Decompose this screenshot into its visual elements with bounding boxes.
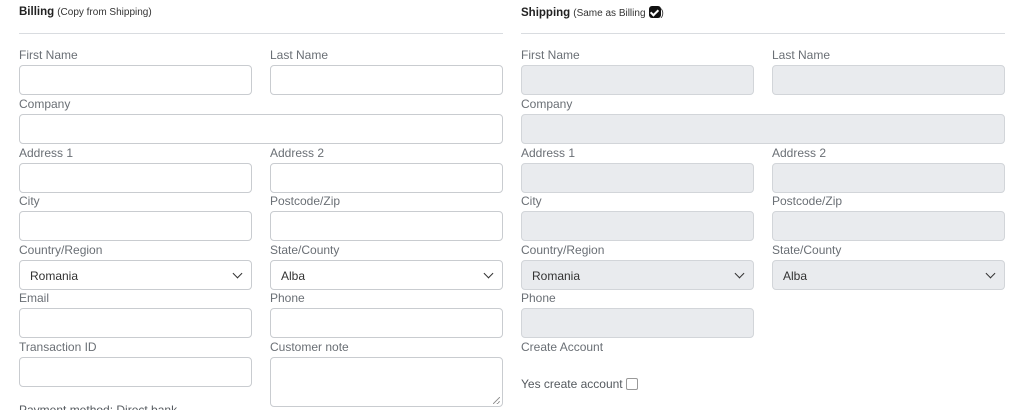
chevron-down-icon xyxy=(483,268,494,279)
billing-address1-label: Address 1 xyxy=(19,146,74,160)
shipping-address1-label: Address 1 xyxy=(521,146,576,160)
billing-divider xyxy=(19,33,503,34)
billing-state-value: Alba xyxy=(281,269,306,283)
resize-handle-icon[interactable] xyxy=(493,397,500,404)
yes-create-account-label: Yes create account xyxy=(521,377,623,391)
billing-state-select[interactable]: Alba xyxy=(270,260,503,290)
shipping-divider xyxy=(521,33,1005,34)
shipping-first-name-input[interactable] xyxy=(521,65,754,95)
billing-address2-input[interactable] xyxy=(270,163,503,193)
shipping-phone-label: Phone xyxy=(521,291,556,305)
billing-email-input[interactable] xyxy=(19,308,252,338)
chevron-down-icon xyxy=(232,268,243,279)
billing-last-name-label: Last Name xyxy=(270,48,329,62)
billing-company-label: Company xyxy=(19,97,71,111)
billing-state-label: State/County xyxy=(270,243,340,257)
shipping-company-label: Company xyxy=(521,97,573,111)
shipping-last-name-input[interactable] xyxy=(772,65,1005,95)
shipping-country-label: Country/Region xyxy=(521,243,605,257)
chevron-down-icon xyxy=(985,268,996,279)
shipping-phone-input[interactable] xyxy=(521,308,754,338)
billing-last-name-input[interactable] xyxy=(270,65,503,95)
shipping-postcode-label: Postcode/Zip xyxy=(772,194,843,208)
copy-from-shipping-link[interactable]: (Copy from Shipping) xyxy=(57,7,151,18)
create-account-label: Create Account xyxy=(521,340,604,354)
billing-country-label: Country/Region xyxy=(19,243,103,257)
shipping-first-name-label: First Name xyxy=(521,48,580,62)
billing-email-label: Email xyxy=(19,291,50,305)
shipping-country-value: Romania xyxy=(532,269,581,283)
shipping-title: Shipping xyxy=(521,7,571,19)
shipping-header: Shipping (Same as Billing) xyxy=(521,6,664,19)
billing-header: Billing (Copy from Shipping) xyxy=(19,6,152,18)
chevron-down-icon xyxy=(734,268,745,279)
same-as-billing-label: (Same as Billing xyxy=(573,8,646,19)
billing-postcode-input[interactable] xyxy=(270,211,503,241)
shipping-company-input[interactable] xyxy=(521,114,1005,144)
billing-title: Billing xyxy=(19,6,55,18)
billing-transaction-input[interactable] xyxy=(19,357,252,387)
shipping-address2-input[interactable] xyxy=(772,163,1005,193)
yes-create-account[interactable]: Yes create account xyxy=(521,377,638,391)
create-account-checkbox[interactable] xyxy=(625,378,638,390)
shipping-postcode-input[interactable] xyxy=(772,211,1005,241)
billing-country-select[interactable]: Romania xyxy=(19,260,252,290)
shipping-address1-input[interactable] xyxy=(521,163,754,193)
billing-postcode-label: Postcode/Zip xyxy=(270,194,341,208)
billing-note-label: Customer note xyxy=(270,340,349,354)
billing-company-input[interactable] xyxy=(19,114,503,144)
shipping-city-label: City xyxy=(521,194,542,208)
shipping-state-select[interactable]: Alba xyxy=(772,260,1005,290)
billing-country-value: Romania xyxy=(30,269,79,283)
billing-city-label: City xyxy=(19,194,40,208)
shipping-state-label: State/County xyxy=(772,243,842,257)
billing-address2-label: Address 2 xyxy=(270,146,325,160)
same-as-billing-close: ) xyxy=(660,8,664,19)
billing-first-name-input[interactable] xyxy=(19,65,252,95)
shipping-state-value: Alba xyxy=(783,269,808,283)
billing-phone-input[interactable] xyxy=(270,308,503,338)
billing-first-name-label: First Name xyxy=(19,48,78,62)
billing-transaction-label: Transaction ID xyxy=(19,340,97,354)
checkbox-checked-icon[interactable] xyxy=(648,6,661,18)
billing-city-input[interactable] xyxy=(19,211,252,241)
billing-phone-label: Phone xyxy=(270,291,305,305)
payment-method-label: Payment method: Direct bank xyxy=(19,404,199,410)
shipping-city-input[interactable] xyxy=(521,211,754,241)
shipping-address2-label: Address 2 xyxy=(772,146,827,160)
shipping-last-name-label: Last Name xyxy=(772,48,831,62)
shipping-country-select[interactable]: Romania xyxy=(521,260,754,290)
billing-address1-input[interactable] xyxy=(19,163,252,193)
billing-note-textarea[interactable] xyxy=(270,357,503,407)
